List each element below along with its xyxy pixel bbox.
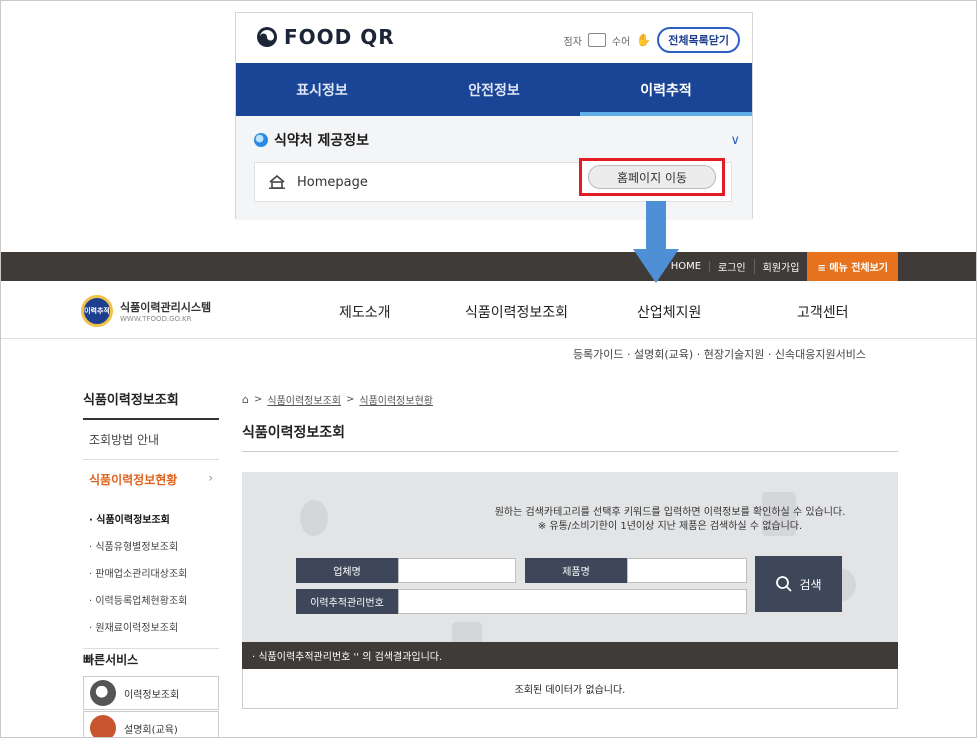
home-icon[interactable]: ⌂ xyxy=(242,393,249,406)
homepage-label: Homepage xyxy=(297,174,368,190)
chevron-right-icon: › xyxy=(208,471,213,485)
search-icon xyxy=(776,576,793,592)
provider-dot-icon xyxy=(254,133,268,147)
food-qr-header: FOOD QR 점자 수어 ✋ 전체목록닫기 xyxy=(236,13,752,63)
company-name-input[interactable] xyxy=(398,558,516,583)
quick-seminar-button[interactable]: 설명회(교육) xyxy=(83,711,219,737)
search-notice: 원하는 검색카테고리를 선택후 키워드를 입력하면 이력정보를 확인하실 수 있… xyxy=(242,506,898,534)
sidebar-subitem-retailer-lookup[interactable]: · 판매업소관리대상조회 xyxy=(89,559,219,586)
braille-label[interactable]: 점자 xyxy=(564,33,582,48)
screenshot-frame: FOOD QR 점자 수어 ✋ 전체목록닫기 표시정보 안전정보 이력추적 식약… xyxy=(0,0,977,738)
trace-number-label: 이력추적관리번호 xyxy=(296,589,398,614)
magnifier-icon xyxy=(90,680,116,706)
book-icon xyxy=(90,715,116,737)
go-homepage-button[interactable]: 홈페이지 이동 xyxy=(588,165,716,189)
close-all-button[interactable]: 전체목록닫기 xyxy=(657,27,740,53)
down-arrow-icon xyxy=(633,201,679,283)
menu-all-button[interactable]: ≡ 메뉴 전체보기 xyxy=(807,252,898,281)
search-button[interactable]: 검색 xyxy=(755,556,842,612)
gnb-item-customer-center[interactable]: 고객센터 xyxy=(797,302,849,322)
food-qr-logo[interactable]: FOOD QR xyxy=(256,25,395,49)
product-name-label: 제품명 xyxy=(525,558,627,583)
gnb-item-intro[interactable]: 제도소개 xyxy=(339,302,391,322)
food-qr-tabs: 표시정보 안전정보 이력추적 xyxy=(236,63,752,116)
product-name-input[interactable] xyxy=(627,558,747,583)
result-empty-message: 조회된 데이터가 없습니다. xyxy=(242,669,898,709)
site-logo[interactable]: 이력추적 식품이력관리시스템 WWW.TFOOD.GO.KR xyxy=(81,295,211,327)
login-link[interactable]: 로그인 xyxy=(710,259,755,274)
trace-number-input[interactable] xyxy=(398,589,747,614)
sidebar-subitem-type-lookup[interactable]: · 식품유형별정보조회 xyxy=(89,532,219,559)
utility-links: HOME 로그인 회원가입 ≡ 메뉴 전체보기 xyxy=(663,252,898,281)
search-notice-line: ※ 유통/소비기한이 1년이상 지난 제품은 검색하실 수 없습니다. xyxy=(537,521,803,532)
taegeuk-logo-icon xyxy=(257,27,277,47)
quick-item-label: 이력정보조회 xyxy=(124,689,180,701)
left-sidebar: 식품이력정보조회 조회방법 안내 식품이력정보현황 › · 식품이력정보조회 ·… xyxy=(83,389,219,649)
braille-icon[interactable] xyxy=(587,33,606,47)
sidebar-subitem-ingredient-lookup[interactable]: · 원재료이력정보조회 xyxy=(89,613,219,640)
result-header: · 식품이력추적관리번호 '' 의 검색결과입니다. xyxy=(242,642,898,669)
search-notice-line: 원하는 검색카테고리를 선택후 키워드를 입력하면 이력정보를 확인하실 수 있… xyxy=(494,507,846,518)
quick-service-title: 빠른서비스 xyxy=(83,651,219,677)
breadcrumb: ⌂ > 식품이력정보조회 > 식품이력정보현황 xyxy=(242,392,433,407)
signup-link[interactable]: 회원가입 xyxy=(755,259,808,274)
search-panel: 원하는 검색카테고리를 선택후 키워드를 입력하면 이력정보를 확인하실 수 있… xyxy=(242,472,898,642)
home-icon xyxy=(269,175,285,189)
accessibility-tools: 점자 수어 ✋ 전체목록닫기 xyxy=(564,27,740,53)
sidebar-item-trace-status[interactable]: 식품이력정보현황 › xyxy=(83,460,219,499)
food-qr-logo-text: FOOD QR xyxy=(284,25,395,49)
gnb-item-industry-support[interactable]: 산업체지원 xyxy=(637,302,701,322)
breadcrumb-item[interactable]: 식품이력정보현황 xyxy=(359,392,433,407)
breadcrumb-separator: > xyxy=(345,394,355,405)
quick-trace-lookup-button[interactable]: 이력정보조회 xyxy=(83,676,219,710)
tab-display-info[interactable]: 표시정보 xyxy=(236,63,408,116)
provider-section-header[interactable]: 식약처 제공정보 ∨ xyxy=(254,130,740,150)
tab-safety-info[interactable]: 안전정보 xyxy=(408,63,580,116)
search-button-label: 검색 xyxy=(799,577,822,592)
sidebar-item-label: 식품이력정보현황 xyxy=(89,473,178,487)
sub-menu-links[interactable]: 등록가이드 · 설명회(교육) · 현장기술지원 · 신속대응지원서비스 xyxy=(573,346,866,362)
sign-language-label[interactable]: 수어 xyxy=(612,33,630,48)
site-logo-mark: 이력추적 xyxy=(81,295,113,327)
highlight-box: 홈페이지 이동 xyxy=(579,158,725,196)
provider-title: 식약처 제공정보 xyxy=(274,133,370,149)
sign-language-icon[interactable]: ✋ xyxy=(636,33,651,47)
site-header: 이력추적 식품이력관리시스템 WWW.TFOOD.GO.KR 제도소개 식품이력… xyxy=(1,281,976,339)
chevron-down-icon[interactable]: ∨ xyxy=(730,133,740,148)
sidebar-submenu: · 식품이력정보조회 · 식품유형별정보조회 · 판매업소관리대상조회 · 이력… xyxy=(83,499,219,649)
sidebar-title: 식품이력정보조회 xyxy=(83,389,219,420)
homepage-card: Homepage 홈페이지 이동 xyxy=(254,158,732,202)
company-name-label: 업체명 xyxy=(296,558,398,583)
tab-traceability[interactable]: 이력추적 xyxy=(580,63,752,116)
site-logo-url: WWW.TFOOD.GO.KR xyxy=(120,315,192,323)
breadcrumb-item[interactable]: 식품이력정보조회 xyxy=(267,392,341,407)
sidebar-item-label: 조회방법 안내 xyxy=(89,433,160,447)
quick-item-label: 설명회(교육) xyxy=(124,724,178,736)
sidebar-subitem-company-status[interactable]: · 이력등록업체현황조회 xyxy=(89,586,219,613)
sidebar-subitem-trace-lookup[interactable]: · 식품이력정보조회 xyxy=(89,505,219,532)
breadcrumb-separator: > xyxy=(253,394,263,405)
gnb-item-trace-lookup[interactable]: 식품이력정보조회 xyxy=(465,302,568,322)
page-title: 식품이력정보조회 xyxy=(242,422,898,452)
sidebar-item-how-to-search[interactable]: 조회방법 안내 xyxy=(83,420,219,460)
top-utility-bar: HOME 로그인 회원가입 ≡ 메뉴 전체보기 xyxy=(1,252,976,281)
food-qr-panel: FOOD QR 점자 수어 ✋ 전체목록닫기 표시정보 안전정보 이력추적 식약… xyxy=(235,12,753,220)
site-logo-name: 식품이력관리시스템 xyxy=(120,301,212,314)
